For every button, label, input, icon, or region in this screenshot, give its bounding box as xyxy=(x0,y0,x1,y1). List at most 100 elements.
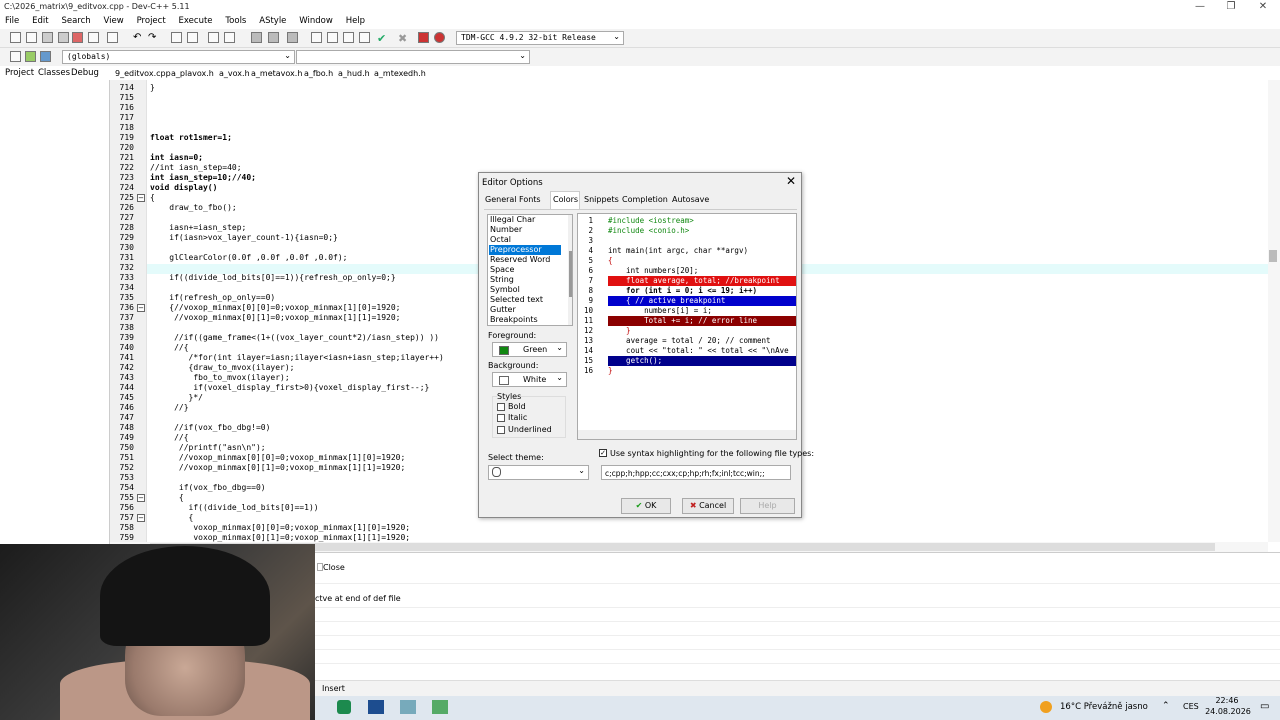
unindent-icon[interactable] xyxy=(268,32,279,43)
code-line[interactable]: {//voxop_minmax[0][0]=0;voxop_minmax[1][… xyxy=(150,303,400,312)
preview-scrollbar[interactable] xyxy=(578,430,796,439)
code-line[interactable]: { xyxy=(150,193,155,202)
color-item-list[interactable]: Illegal Char Number Octal Preprocessor R… xyxy=(487,214,573,326)
list-item[interactable]: Octal xyxy=(489,235,561,245)
italic-checkbox[interactable] xyxy=(497,414,505,422)
stop-icon[interactable]: ✖ xyxy=(398,32,409,45)
weather-icon[interactable] xyxy=(1040,701,1052,713)
redo-icon[interactable]: ↷ xyxy=(148,32,159,43)
close-all-icon[interactable] xyxy=(88,32,99,43)
close-file-icon[interactable] xyxy=(72,32,83,43)
code-line[interactable]: if(voxel_display_first>0){voxel_display_… xyxy=(150,383,429,392)
foreground-select[interactable]: Green ⌄ xyxy=(492,342,567,357)
scrollbar-thumb[interactable] xyxy=(1269,250,1277,262)
list-item[interactable]: Symbol xyxy=(489,285,561,295)
help-button[interactable]: Help xyxy=(740,498,795,514)
code-line[interactable]: int iasn=0; xyxy=(150,153,203,162)
code-line[interactable]: //if((game_frame<(1+((vox_layer_count*2)… xyxy=(150,333,439,342)
save-all-icon[interactable] xyxy=(58,32,69,43)
tab-autosave[interactable]: Autosave xyxy=(672,195,709,204)
minimize-icon[interactable]: — xyxy=(1185,1,1215,12)
language-indicator[interactable]: CES xyxy=(1183,702,1199,711)
clock-time[interactable]: 22:46 xyxy=(1212,696,1242,705)
tab-project[interactable]: Project xyxy=(5,68,35,78)
chevron-up-icon[interactable]: ⌃ xyxy=(1162,701,1170,711)
file-types-input[interactable]: c;cpp;h;hpp;cc;cxx;cp;hp;rh;fx;inl;tcc;w… xyxy=(601,465,791,480)
code-line[interactable]: //} xyxy=(150,403,188,412)
code-line[interactable]: voxop_minmax[0][1]=0;voxop_minmax[1][1]=… xyxy=(150,533,410,542)
background-select[interactable]: White ⌄ xyxy=(492,372,567,387)
code-line[interactable]: if(refresh_op_only==0) xyxy=(150,293,275,302)
debug-icon[interactable] xyxy=(434,32,445,43)
weather-text[interactable]: 16°C Převážně jasno xyxy=(1060,702,1148,712)
list-item[interactable]: Reserved Word xyxy=(489,255,561,265)
undo-icon[interactable]: ↶ xyxy=(133,32,144,43)
insert-icon[interactable] xyxy=(25,51,36,62)
tab-colors[interactable]: Colors xyxy=(553,195,578,204)
tab-completion[interactable]: Completion xyxy=(622,195,668,204)
layout-icon[interactable] xyxy=(311,32,322,43)
list-item[interactable]: Space xyxy=(489,265,561,275)
tab-file[interactable]: 9_editvox.cpp xyxy=(113,69,173,78)
toggle-comment-icon[interactable] xyxy=(287,32,298,43)
restore-icon[interactable]: ❐ xyxy=(1216,1,1246,12)
list-item[interactable]: String xyxy=(489,275,561,285)
code-line[interactable]: voxop_minmax[0][0]=0;voxop_minmax[1][0]=… xyxy=(150,523,410,532)
tab-general[interactable]: General xyxy=(485,195,517,204)
toggle-icon[interactable] xyxy=(40,51,51,62)
menu-view[interactable]: View xyxy=(99,15,129,26)
print-icon[interactable] xyxy=(107,32,118,43)
tab-file[interactable]: a_mtexedh.h xyxy=(372,69,428,78)
list-item[interactable]: Number xyxy=(489,225,561,235)
goto-icon[interactable] xyxy=(208,32,219,43)
code-line[interactable]: //printf("asn\n"); xyxy=(150,443,266,452)
code-line[interactable]: }*/ xyxy=(150,393,203,402)
ok-button[interactable]: ✔ OK xyxy=(621,498,671,514)
fold-toggle-icon[interactable]: − xyxy=(137,514,145,522)
fold-toggle-icon[interactable]: − xyxy=(137,494,145,502)
replace-icon[interactable] xyxy=(187,32,198,43)
code-line[interactable]: { xyxy=(150,493,184,502)
code-line[interactable]: //if(vox_fbo_dbg!=0) xyxy=(150,423,270,432)
save-icon[interactable] xyxy=(42,32,53,43)
list-item[interactable]: Gutter xyxy=(489,305,561,315)
code-line[interactable]: fbo_to_mvox(ilayer); xyxy=(150,373,289,382)
bookmark-icon[interactable] xyxy=(224,32,235,43)
menu-astyle[interactable]: AStyle xyxy=(254,15,291,26)
menu-project[interactable]: Project xyxy=(132,15,171,26)
find-icon[interactable] xyxy=(171,32,182,43)
menu-edit[interactable]: Edit xyxy=(27,15,53,26)
theme-select[interactable]: ⌄ xyxy=(488,465,589,480)
menu-window[interactable]: Window xyxy=(294,15,338,26)
tab-file[interactable]: a_hud.h xyxy=(336,69,372,78)
tab-file[interactable]: a_vox.h xyxy=(217,69,252,78)
compile-icon[interactable] xyxy=(343,32,354,43)
code-line[interactable]: draw_to_fbo(); xyxy=(150,203,236,212)
code-line[interactable]: { xyxy=(150,513,194,522)
devcpp-icon[interactable] xyxy=(368,700,384,714)
code-line[interactable]: //voxop_minmax[0][1]=0;voxop_minmax[1][1… xyxy=(150,463,405,472)
new-file-icon[interactable] xyxy=(10,32,21,43)
code-line[interactable]: int iasn_step=10;//40; xyxy=(150,173,256,182)
close-button[interactable]: Close xyxy=(323,563,345,572)
tab-debug[interactable]: Debug xyxy=(71,68,99,78)
code-line[interactable]: {draw_to_mvox(ilayer); xyxy=(150,363,295,372)
app-icon[interactable] xyxy=(400,700,416,714)
list-item[interactable]: Illegal Char xyxy=(489,215,561,225)
code-line[interactable]: iasn+=iasn_step; xyxy=(150,223,246,232)
underlined-checkbox[interactable] xyxy=(497,426,505,434)
scrollbar-thumb[interactable] xyxy=(569,251,572,297)
list-item[interactable]: Breakpoints xyxy=(489,315,561,325)
code-line[interactable]: //{ xyxy=(150,343,188,352)
menu-tools[interactable]: Tools xyxy=(220,15,251,26)
notification-icon[interactable]: ▭ xyxy=(1260,701,1269,712)
tab-file[interactable]: a_metavox.h xyxy=(249,69,304,78)
tab-fonts[interactable]: Fonts xyxy=(519,195,541,204)
code-line[interactable]: //int iasn_step=40; xyxy=(150,163,242,172)
indent-icon[interactable] xyxy=(251,32,262,43)
tab-file[interactable]: a_fbo.h xyxy=(302,69,335,78)
open-icon[interactable] xyxy=(26,32,37,43)
app-icon[interactable] xyxy=(337,700,351,714)
code-line[interactable]: //voxop_minmax[0][0]=0;voxop_minmax[1][0… xyxy=(150,453,405,462)
menu-execute[interactable]: Execute xyxy=(174,15,218,26)
